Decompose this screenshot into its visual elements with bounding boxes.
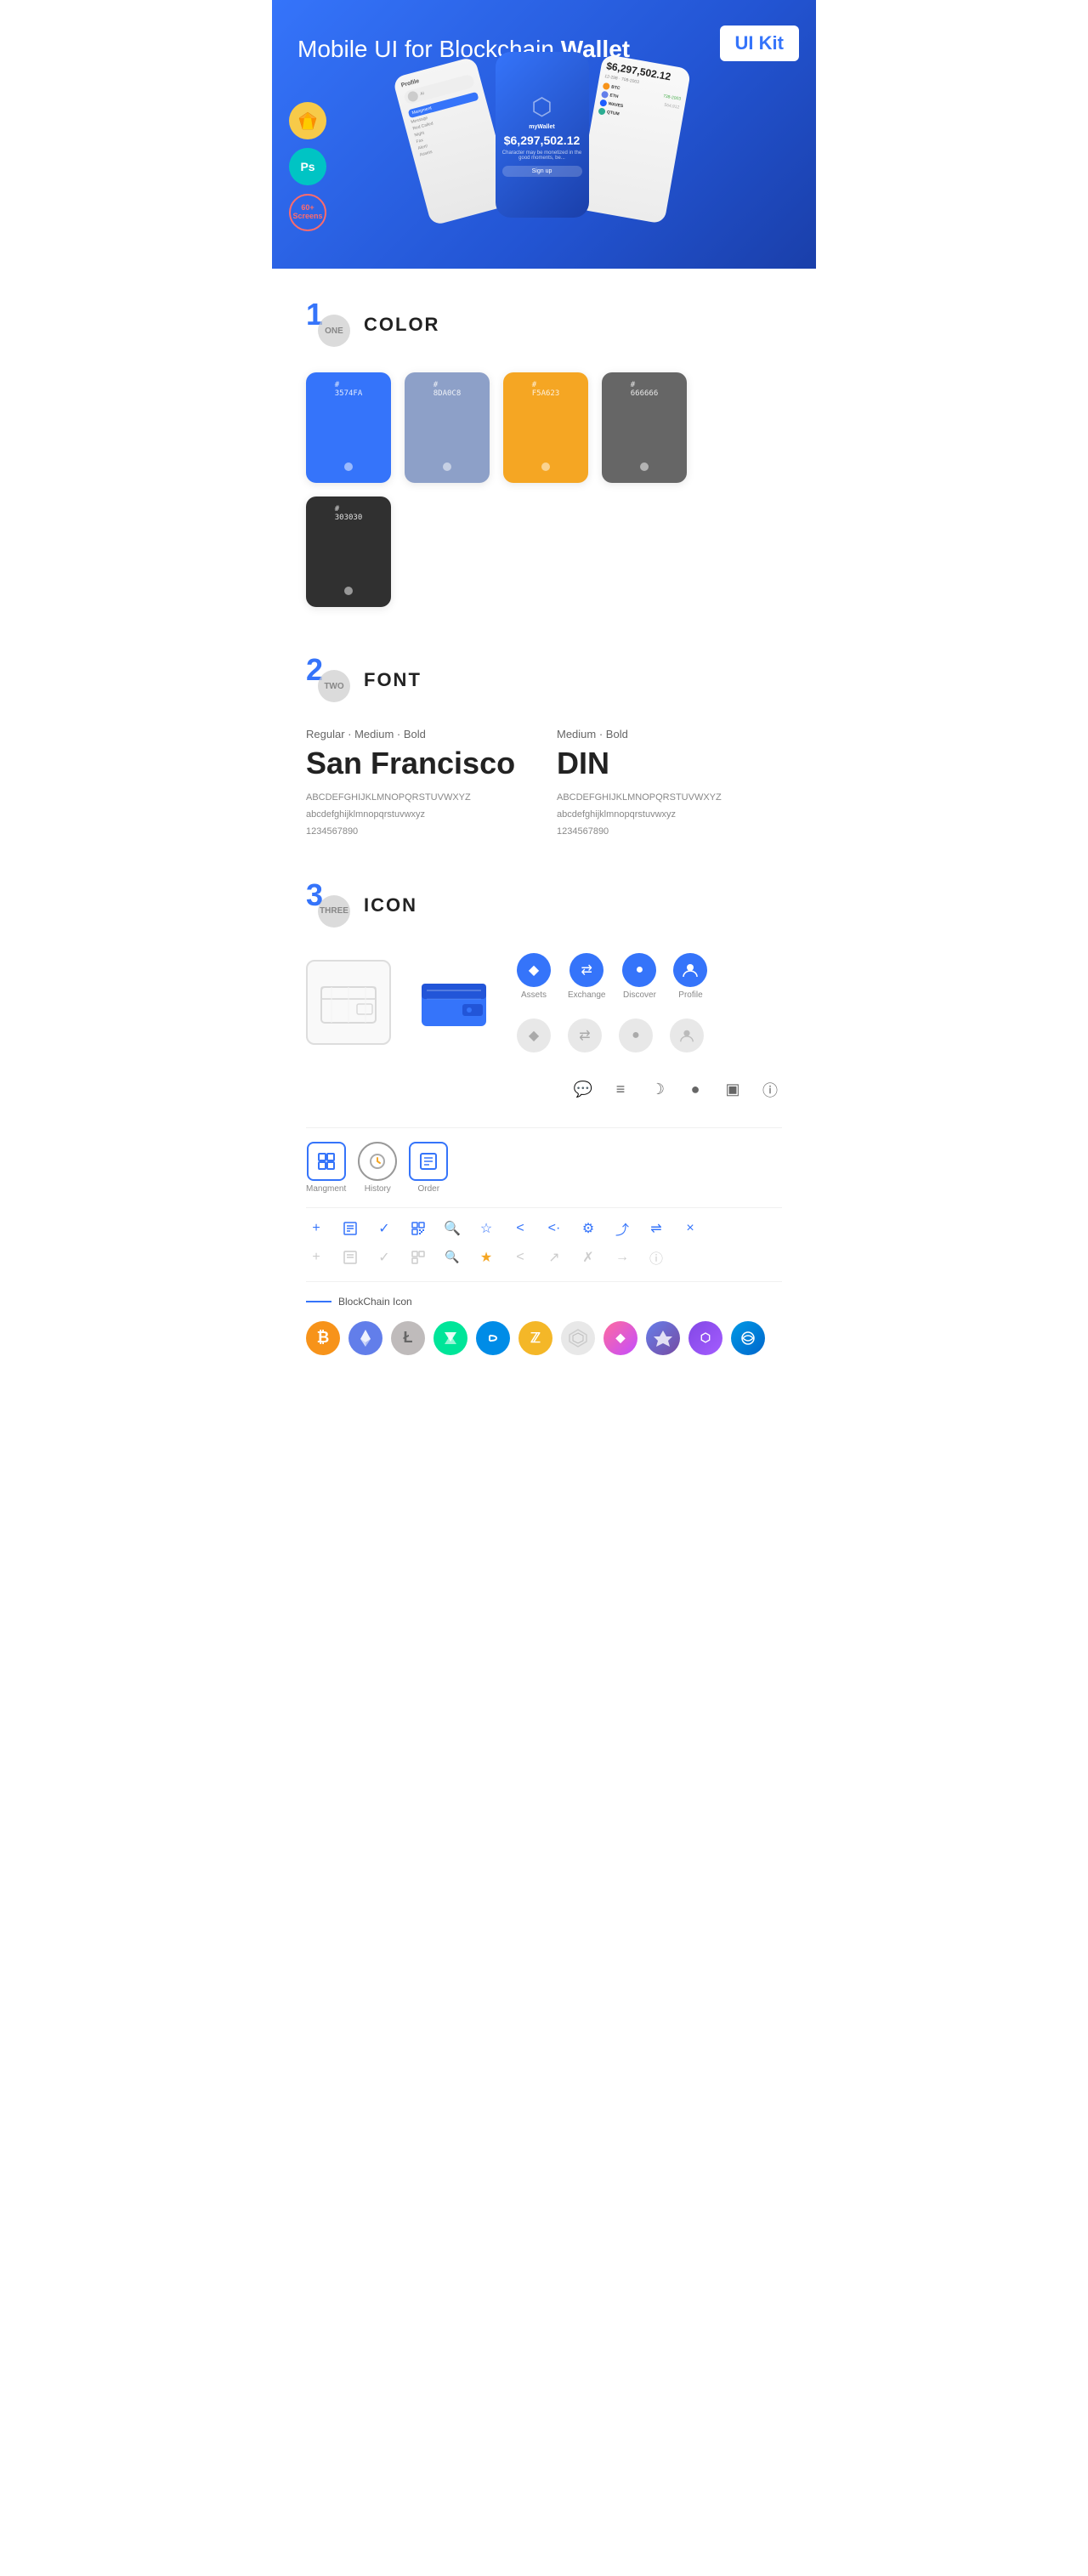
color-swatches: #3574FA #8DA0C8 #F5A623 #666666 #303030 bbox=[306, 372, 782, 607]
history-icon-item: History bbox=[358, 1142, 397, 1194]
font-din: Medium · Bold DIN ABCDEFGHIJKLMNOPQRSTUV… bbox=[557, 728, 782, 840]
check-icon-gray: ✓ bbox=[374, 1247, 394, 1268]
settings-icon: ⚙ bbox=[578, 1218, 598, 1239]
swatch-gray-blue: #8DA0C8 bbox=[405, 372, 490, 483]
export-icon: ⤴ bbox=[612, 1218, 632, 1239]
swatch-orange: #F5A623 bbox=[503, 372, 588, 483]
section-number-2: 2 TWO bbox=[306, 658, 350, 702]
blockchain-label: BlockChain Icon bbox=[306, 1296, 782, 1308]
swatch-blue: #3574FA bbox=[306, 372, 391, 483]
edit-icon-gray bbox=[340, 1247, 360, 1268]
phone-mockups: Profile AI Mangment Message Red Called N… bbox=[298, 65, 790, 218]
search-icon-gray: 🔍 bbox=[442, 1247, 462, 1268]
history-icon bbox=[358, 1142, 397, 1181]
profile-icon-gray bbox=[670, 1018, 704, 1053]
section-number-1: 1 ONE bbox=[306, 303, 350, 347]
discover-icon-item: ● Discover bbox=[622, 953, 656, 1000]
close-icon: × bbox=[680, 1218, 700, 1239]
icon-section-header: 3 THREE ICON bbox=[306, 883, 782, 928]
back-icon: < bbox=[510, 1218, 530, 1239]
bitcoin-icon: ₿ bbox=[306, 1321, 340, 1355]
wallet-icon-wireframe bbox=[306, 960, 391, 1045]
share-icon-gray: ↗ bbox=[544, 1247, 564, 1268]
crypto-icons-row: ₿ Ł ℤ ◆ ⬡ bbox=[306, 1321, 782, 1381]
named-icons-row: ◆ Assets ⇄ Exchange ● Discover Profile bbox=[517, 953, 707, 1000]
dash-icon bbox=[476, 1321, 510, 1355]
profile-icon-item: Profile bbox=[673, 953, 707, 1000]
share-icon: <· bbox=[544, 1218, 564, 1239]
divider-3 bbox=[306, 1281, 782, 1282]
profile-icon bbox=[673, 953, 707, 987]
back-icon-gray: < bbox=[510, 1247, 530, 1268]
divider-2 bbox=[306, 1207, 782, 1208]
small-icons-blue-row: + ✓ 🔍 ☆ < <· ⚙ ⤴ ⇌ × bbox=[306, 1218, 782, 1239]
circle-icon: ● bbox=[683, 1078, 707, 1102]
blockchain-line bbox=[306, 1301, 332, 1302]
exchange-icon: ⇄ bbox=[570, 953, 604, 987]
edit-icon bbox=[340, 1218, 360, 1239]
star-icon: ☆ bbox=[476, 1218, 496, 1239]
font-title: FONT bbox=[364, 669, 422, 691]
ui-kit-badge: UI Kit bbox=[720, 26, 799, 61]
moon-icon: ☽ bbox=[646, 1078, 670, 1102]
exchange-icon-item: ⇄ Exchange bbox=[568, 953, 605, 1000]
hero-section: Mobile UI for Blockchain Wallet UI Kit P… bbox=[272, 0, 816, 269]
font-grid: Regular · Medium · Bold San Francisco AB… bbox=[306, 728, 782, 840]
swatch-dark: #303030 bbox=[306, 496, 391, 607]
litecoin-icon: Ł bbox=[391, 1321, 425, 1355]
search-icon: 🔍 bbox=[442, 1218, 462, 1239]
discover-icon: ● bbox=[622, 953, 656, 987]
zcash-icon: ℤ bbox=[518, 1321, 552, 1355]
small-icons-gray-row: + ✓ 🔍 ★ < ↗ ✗ → ⓘ bbox=[306, 1247, 782, 1268]
ardor-icon: ◆ bbox=[604, 1321, 638, 1355]
check-icon: ✓ bbox=[374, 1218, 394, 1239]
forward-icon-gray: → bbox=[612, 1247, 632, 1268]
icon-title: ICON bbox=[364, 894, 417, 916]
discover-icon-gray: ● bbox=[619, 1018, 653, 1053]
named-icons-gray-row: ◆ ⇄ ● bbox=[517, 1018, 707, 1053]
qr-icon bbox=[408, 1218, 428, 1239]
assets-icon: ◆ bbox=[517, 953, 551, 987]
divider-1 bbox=[306, 1127, 782, 1128]
qr-icon-gray bbox=[408, 1247, 428, 1268]
phone-center: ⬡ myWallet $6,297,502.12 Character may b… bbox=[496, 52, 589, 218]
bottom-icons-row: Mangment History Order bbox=[306, 1142, 782, 1194]
unknown3-icon bbox=[731, 1321, 765, 1355]
color-section-header: 1 ONE COLOR bbox=[306, 303, 782, 347]
font-sf: Regular · Medium · Bold San Francisco AB… bbox=[306, 728, 531, 840]
wallet-icon-solid bbox=[411, 960, 496, 1045]
polygon-icon: ⬡ bbox=[688, 1321, 722, 1355]
icon-section: 3 THREE ICON bbox=[272, 858, 816, 1398]
star-icon-yellow: ★ bbox=[476, 1247, 496, 1268]
exchange-icon-gray: ⇄ bbox=[568, 1018, 602, 1053]
color-section: 1 ONE COLOR #3574FA #8DA0C8 #F5A623 #666… bbox=[272, 269, 816, 624]
section-number-3: 3 THREE bbox=[306, 883, 350, 928]
neo-icon bbox=[434, 1321, 468, 1355]
plus-icon: + bbox=[306, 1218, 326, 1239]
chat-icon: ▣ bbox=[721, 1078, 745, 1102]
swatch-gray: #666666 bbox=[602, 372, 687, 483]
font-section: 2 TWO FONT Regular · Medium · Bold San F… bbox=[272, 624, 816, 857]
order-icon bbox=[409, 1142, 448, 1181]
order-icon-item: Order bbox=[409, 1142, 448, 1194]
misc-icons-row: 💬 ≡ ☽ ● ▣ ⓘ bbox=[571, 1073, 782, 1107]
plus-icon-gray: + bbox=[306, 1247, 326, 1268]
unknown1-icon bbox=[561, 1321, 595, 1355]
stack-icon: ≡ bbox=[609, 1078, 632, 1102]
management-icon bbox=[307, 1142, 346, 1181]
message-icon: 💬 bbox=[571, 1078, 595, 1102]
assets-icon-item: ◆ Assets bbox=[517, 953, 551, 1000]
close-icon-gray: ✗ bbox=[578, 1247, 598, 1268]
swap-icon: ⇌ bbox=[646, 1218, 666, 1239]
management-icon-item: Mangment bbox=[306, 1142, 346, 1194]
info-icon-gray: ⓘ bbox=[646, 1247, 666, 1268]
unknown2-icon bbox=[646, 1321, 680, 1355]
info-icon: ⓘ bbox=[758, 1078, 782, 1102]
font-section-header: 2 TWO FONT bbox=[306, 658, 782, 702]
assets-icon-gray: ◆ bbox=[517, 1018, 551, 1053]
ethereum-icon bbox=[348, 1321, 382, 1355]
phone-right: $6,297,502.12 12-298 · 708-2003 BTC 738-… bbox=[575, 54, 691, 224]
color-title: COLOR bbox=[364, 314, 439, 336]
